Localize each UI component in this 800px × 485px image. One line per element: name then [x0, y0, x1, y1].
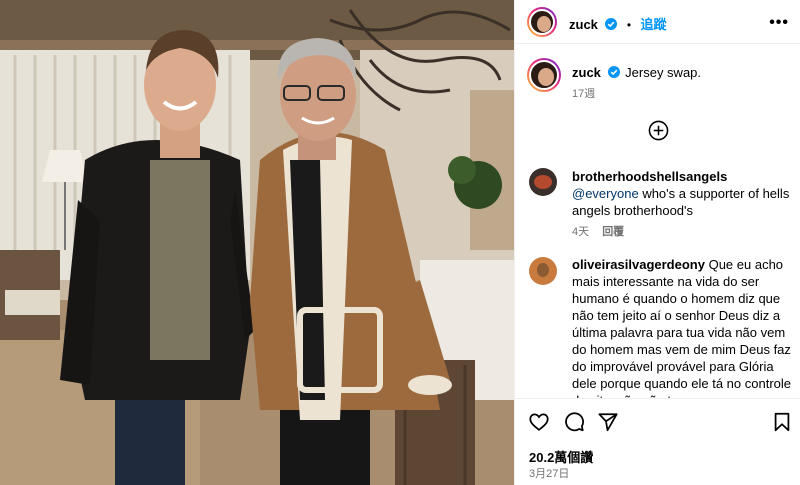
paper-plane-icon[interactable]	[597, 411, 619, 433]
comment-body: oliveirasilvagerdeony Que eu acho mais i…	[572, 256, 796, 398]
comment-avatar[interactable]	[529, 257, 557, 285]
follow-button[interactable]: 追蹤	[640, 17, 666, 32]
post-photo-illustration	[0, 0, 514, 485]
plus-circle-icon[interactable]	[648, 120, 669, 141]
post-date[interactable]: 3月27日	[529, 465, 569, 481]
post-photo[interactable]	[0, 0, 514, 485]
comment-text: Que eu acho mais interessante na vida do…	[572, 257, 792, 398]
action-bar: 20.2萬個讚 3月27日	[515, 398, 800, 485]
comment-mention[interactable]: @everyone	[572, 186, 639, 201]
post-side-panel: zuck • 追蹤 ••• zuck Jersey swap. 17週 brot…	[514, 0, 800, 485]
caption-username[interactable]: zuck	[572, 65, 601, 80]
comment-item: brotherhoodshellsangels @everyone who's …	[515, 162, 800, 242]
comment-bubble-icon[interactable]	[563, 411, 585, 433]
comment-username[interactable]: brotherhoodshellsangels	[572, 169, 727, 184]
heart-icon[interactable]	[528, 411, 550, 433]
comment-username[interactable]: oliveirasilvagerdeony	[572, 257, 705, 272]
caption-avatar[interactable]	[527, 58, 561, 92]
comment-meta: 4天 回覆	[572, 223, 624, 239]
more-options-icon[interactable]: •••	[769, 14, 789, 32]
caption-text: Jersey swap.	[625, 65, 702, 80]
bookmark-icon[interactable]	[771, 411, 793, 433]
author-avatar[interactable]	[527, 7, 557, 37]
verified-badge-icon	[605, 18, 618, 30]
header-author-line: zuck • 追蹤	[569, 14, 666, 34]
comment-body: brotherhoodshellsangels @everyone who's …	[572, 168, 794, 219]
post-header: zuck • 追蹤 •••	[515, 0, 800, 44]
post-caption: zuck Jersey swap. 17週	[515, 52, 800, 107]
verified-badge-icon	[607, 66, 620, 78]
caption-time: 17週	[572, 88, 596, 100]
reply-button[interactable]: 回覆	[602, 226, 624, 238]
comment-time: 4天	[572, 226, 590, 238]
caption-line: zuck Jersey swap.	[572, 64, 701, 81]
separator-dot: •	[626, 18, 632, 32]
author-username[interactable]: zuck	[569, 17, 598, 32]
likes-count[interactable]: 20.2萬個讚	[529, 447, 593, 466]
comment-item: oliveirasilvagerdeony Que eu acho mais i…	[515, 250, 800, 398]
comment-avatar[interactable]	[529, 168, 557, 196]
